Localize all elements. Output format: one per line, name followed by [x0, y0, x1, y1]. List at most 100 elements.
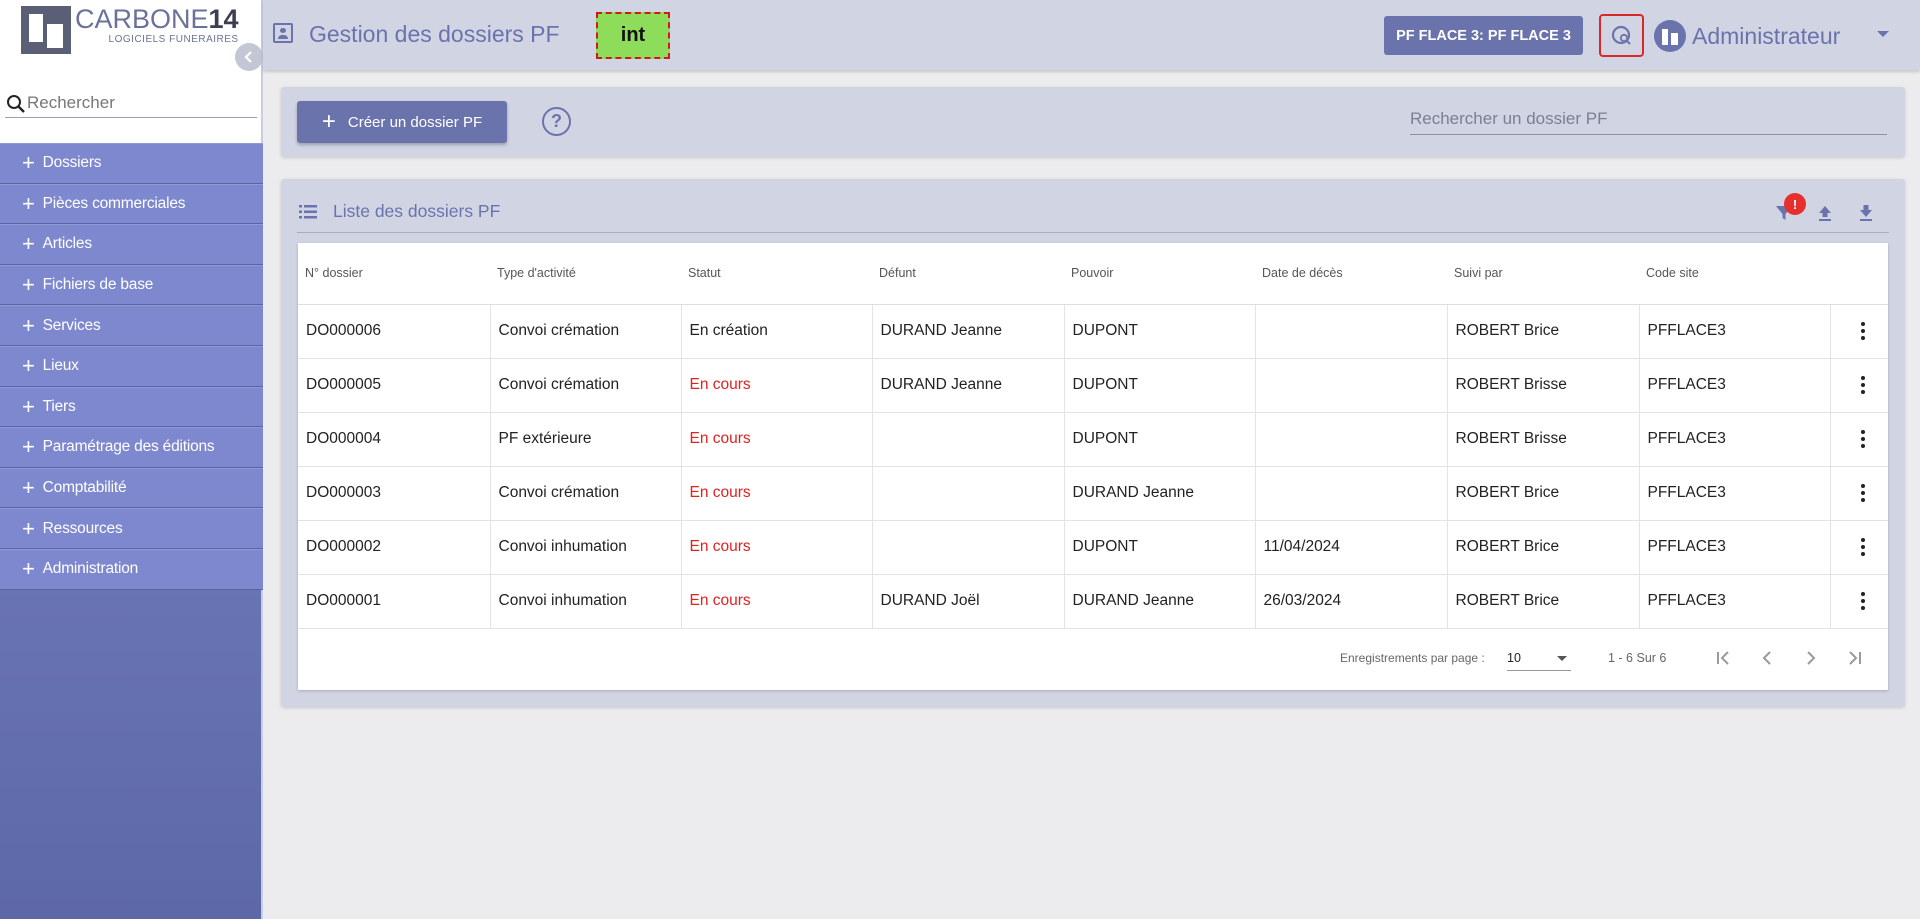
cell-code-site: PFFLACE3 [1639, 412, 1831, 467]
cell-type-activite: Convoi inhumation [490, 574, 682, 629]
environment-badge: int [596, 12, 670, 59]
next-page-button[interactable] [1797, 644, 1825, 672]
cell-statut: En création [681, 304, 873, 359]
per-page-label: Enregistrements par page : [1340, 651, 1485, 665]
table-header-row: N° dossier Type d'activité Statut Défunt… [298, 243, 1888, 305]
caret-down-icon [1557, 656, 1567, 661]
carbone14-logo[interactable]: CARBONE14 LOGICIELS FUNERAIRES [21, 6, 239, 54]
sidebar-item-label: Comptabilité [42, 479, 127, 497]
upload-button[interactable] [1811, 199, 1839, 227]
plus-icon: + [22, 272, 35, 298]
sidebar-item-fichiers-de-base[interactable]: + Fichiers de base [0, 264, 263, 306]
create-dossier-button[interactable]: + Créer un dossier PF [297, 101, 507, 143]
column-header-code-site[interactable]: Code site [1639, 243, 1830, 305]
filter-alert-badge: ! [1784, 193, 1806, 215]
column-header-pouvoir[interactable]: Pouvoir [1064, 243, 1255, 305]
last-page-button[interactable] [1841, 644, 1869, 672]
per-page-select[interactable]: 10 [1507, 647, 1571, 671]
table-row[interactable]: DO000005 Convoi crémation En cours DURAN… [298, 358, 1888, 413]
column-header-statut[interactable]: Statut [681, 243, 872, 305]
plus-icon: + [22, 190, 35, 216]
sidebar-item-label: Pièces commerciales [42, 194, 186, 212]
sidebar-item-label: Lieux [42, 357, 79, 375]
cell-defunt [872, 520, 1065, 575]
plus-icon: + [321, 108, 336, 135]
sidebar-item-articles[interactable]: + Articles [0, 224, 263, 265]
page-title-text: Gestion des dossiers PF [309, 21, 560, 47]
column-header-date-deces[interactable]: Date de décès [1255, 243, 1447, 305]
previous-page-button[interactable] [1753, 644, 1781, 672]
sidebar-item-services[interactable]: + Services [0, 305, 263, 346]
dossiers-table: N° dossier Type d'activité Statut Défunt… [298, 243, 1888, 629]
more-vert-icon[interactable] [1860, 430, 1865, 448]
download-icon [1860, 205, 1872, 221]
cell-actions [1830, 358, 1888, 413]
cell-pouvoir: DUPONT [1064, 304, 1256, 359]
chevron-right-icon [1807, 651, 1816, 665]
dossier-search-field [1410, 105, 1887, 135]
sidebar: CARBONE14 LOGICIELS FUNERAIRES + Dossiers… [0, 0, 263, 919]
cell-suivi-par: ROBERT Brisse [1447, 412, 1640, 467]
cell-suivi-par: ROBERT Brice [1447, 304, 1640, 359]
cell-num-dossier: DO000002 [298, 520, 491, 575]
cell-statut: En cours [681, 412, 873, 467]
first-page-icon [1717, 651, 1729, 665]
logo-title: CARBONE14 [75, 6, 239, 33]
sidebar-item-tiers[interactable]: + Tiers [0, 386, 263, 428]
page-range: 1 - 6 Sur 6 [1608, 651, 1667, 665]
plus-icon: + [22, 515, 35, 541]
column-header-defunt[interactable]: Défunt [872, 243, 1064, 305]
sidebar-item-comptabilite[interactable]: + Comptabilité [0, 467, 263, 509]
table-row[interactable]: DO000004 PF extérieure En cours DUPONT R… [298, 412, 1888, 467]
page-title: Gestion des dossiers PF [273, 21, 560, 48]
cell-code-site: PFFLACE3 [1639, 358, 1831, 413]
sidebar-item-label: Administration [42, 560, 139, 578]
filter-button[interactable]: ! [1770, 193, 1806, 227]
more-vert-icon[interactable] [1860, 322, 1865, 340]
cell-actions [1830, 412, 1888, 467]
cell-suivi-par: ROBERT Brisse [1447, 358, 1640, 413]
search-eye-icon [1611, 25, 1631, 45]
table-row[interactable]: DO000001 Convoi inhumation En cours DURA… [298, 574, 1888, 629]
more-vert-icon[interactable] [1860, 538, 1865, 556]
logo-subtitle: LOGICIELS FUNERAIRES [108, 34, 239, 45]
more-vert-icon[interactable] [1860, 592, 1865, 610]
sidebar-item-dossiers[interactable]: + Dossiers [0, 143, 263, 184]
cell-num-dossier: DO000001 [298, 574, 491, 629]
sidebar-search-input[interactable] [27, 92, 247, 113]
sidebar-item-label: Tiers [42, 397, 76, 415]
global-search-button[interactable] [1599, 14, 1644, 57]
sidebar-item-administration[interactable]: + Administration [0, 548, 263, 590]
sidebar-item-ressources[interactable]: + Ressources [0, 508, 263, 549]
list-icon [299, 205, 317, 219]
more-vert-icon[interactable] [1860, 484, 1865, 502]
column-header-type-activite[interactable]: Type d'activité [490, 243, 681, 305]
table-row[interactable]: DO000006 Convoi crémation En création DU… [298, 304, 1888, 359]
sidebar-item-label: Paramétrage des éditions [42, 438, 215, 456]
collapse-sidebar-button[interactable] [235, 43, 263, 71]
cell-type-activite: Convoi inhumation [490, 520, 682, 575]
cell-code-site: PFFLACE3 [1639, 574, 1831, 629]
column-header-suivi-par[interactable]: Suivi par [1447, 243, 1639, 305]
table-row[interactable]: DO000002 Convoi inhumation En cours DUPO… [298, 520, 1888, 575]
help-icon[interactable]: ? [542, 107, 571, 136]
more-vert-icon[interactable] [1860, 376, 1865, 394]
site-selector-button[interactable]: PF FLACE 3: PF FLACE 3 [1384, 16, 1583, 55]
user-menu[interactable]: Administrateur [1654, 20, 1840, 52]
caret-down-icon[interactable] [1877, 31, 1889, 37]
plus-icon: + [22, 150, 35, 176]
cell-num-dossier: DO000003 [298, 466, 491, 521]
cell-date-deces [1255, 412, 1448, 467]
top-header: Gestion des dossiers PF int PF FLACE 3: … [263, 0, 1920, 70]
table-row[interactable]: DO000003 Convoi crémation En cours DURAN… [298, 466, 1888, 521]
first-page-button[interactable] [1709, 644, 1737, 672]
column-header-num-dossier[interactable]: N° dossier [298, 243, 490, 305]
dossier-search-input[interactable] [1410, 105, 1887, 129]
plus-icon: + [22, 434, 35, 460]
sidebar-item-pieces-commerciales[interactable]: + Pièces commerciales [0, 183, 263, 225]
download-button[interactable] [1852, 199, 1880, 227]
sidebar-item-parametrage-editions[interactable]: + Paramétrage des éditions [0, 427, 263, 468]
cell-num-dossier: DO000004 [298, 412, 491, 467]
cell-num-dossier: DO000006 [298, 304, 491, 359]
sidebar-item-lieux[interactable]: + Lieux [0, 345, 263, 387]
